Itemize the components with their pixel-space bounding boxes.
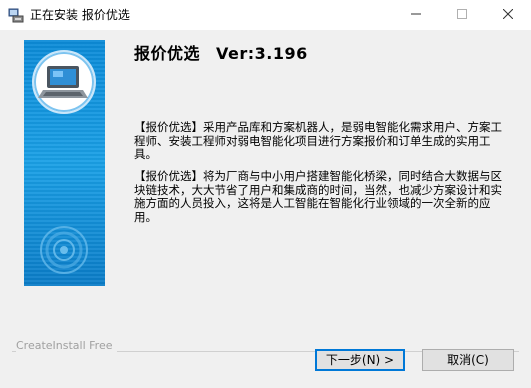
installer-side-panel <box>24 40 105 286</box>
maximize-button[interactable] <box>439 0 485 30</box>
title-bar: 正在安装 报价优选 <box>0 0 531 30</box>
laptop-icon <box>32 50 96 114</box>
window-title: 正在安装 报价优选 <box>30 8 130 22</box>
description-paragraph-1: 【报价优选】采用产品库和方案机器人，是弱电智能化需求用户、方案工程师、安装工程师… <box>134 120 502 161</box>
minimize-button[interactable] <box>393 0 439 30</box>
next-button[interactable]: 下一步(N) > <box>315 349 405 371</box>
close-button[interactable] <box>485 0 531 30</box>
installer-brand: CreateInstall Free <box>16 339 117 352</box>
close-icon <box>502 8 514 22</box>
product-heading: 报价优选 Ver:3.196 <box>134 44 308 64</box>
version-label: Ver:3.196 <box>216 44 308 63</box>
minimize-icon <box>411 8 421 22</box>
maximize-icon <box>457 8 467 22</box>
disc-icon <box>39 225 89 275</box>
installer-app-icon <box>8 7 24 23</box>
product-name: 报价优选 <box>134 44 201 63</box>
description-paragraph-2: 【报价优选】将为厂商与中小用户搭建智能化桥梁，同时结合大数据与区块链技术，大大节… <box>134 169 502 224</box>
cancel-button[interactable]: 取消(C) <box>422 349 514 371</box>
